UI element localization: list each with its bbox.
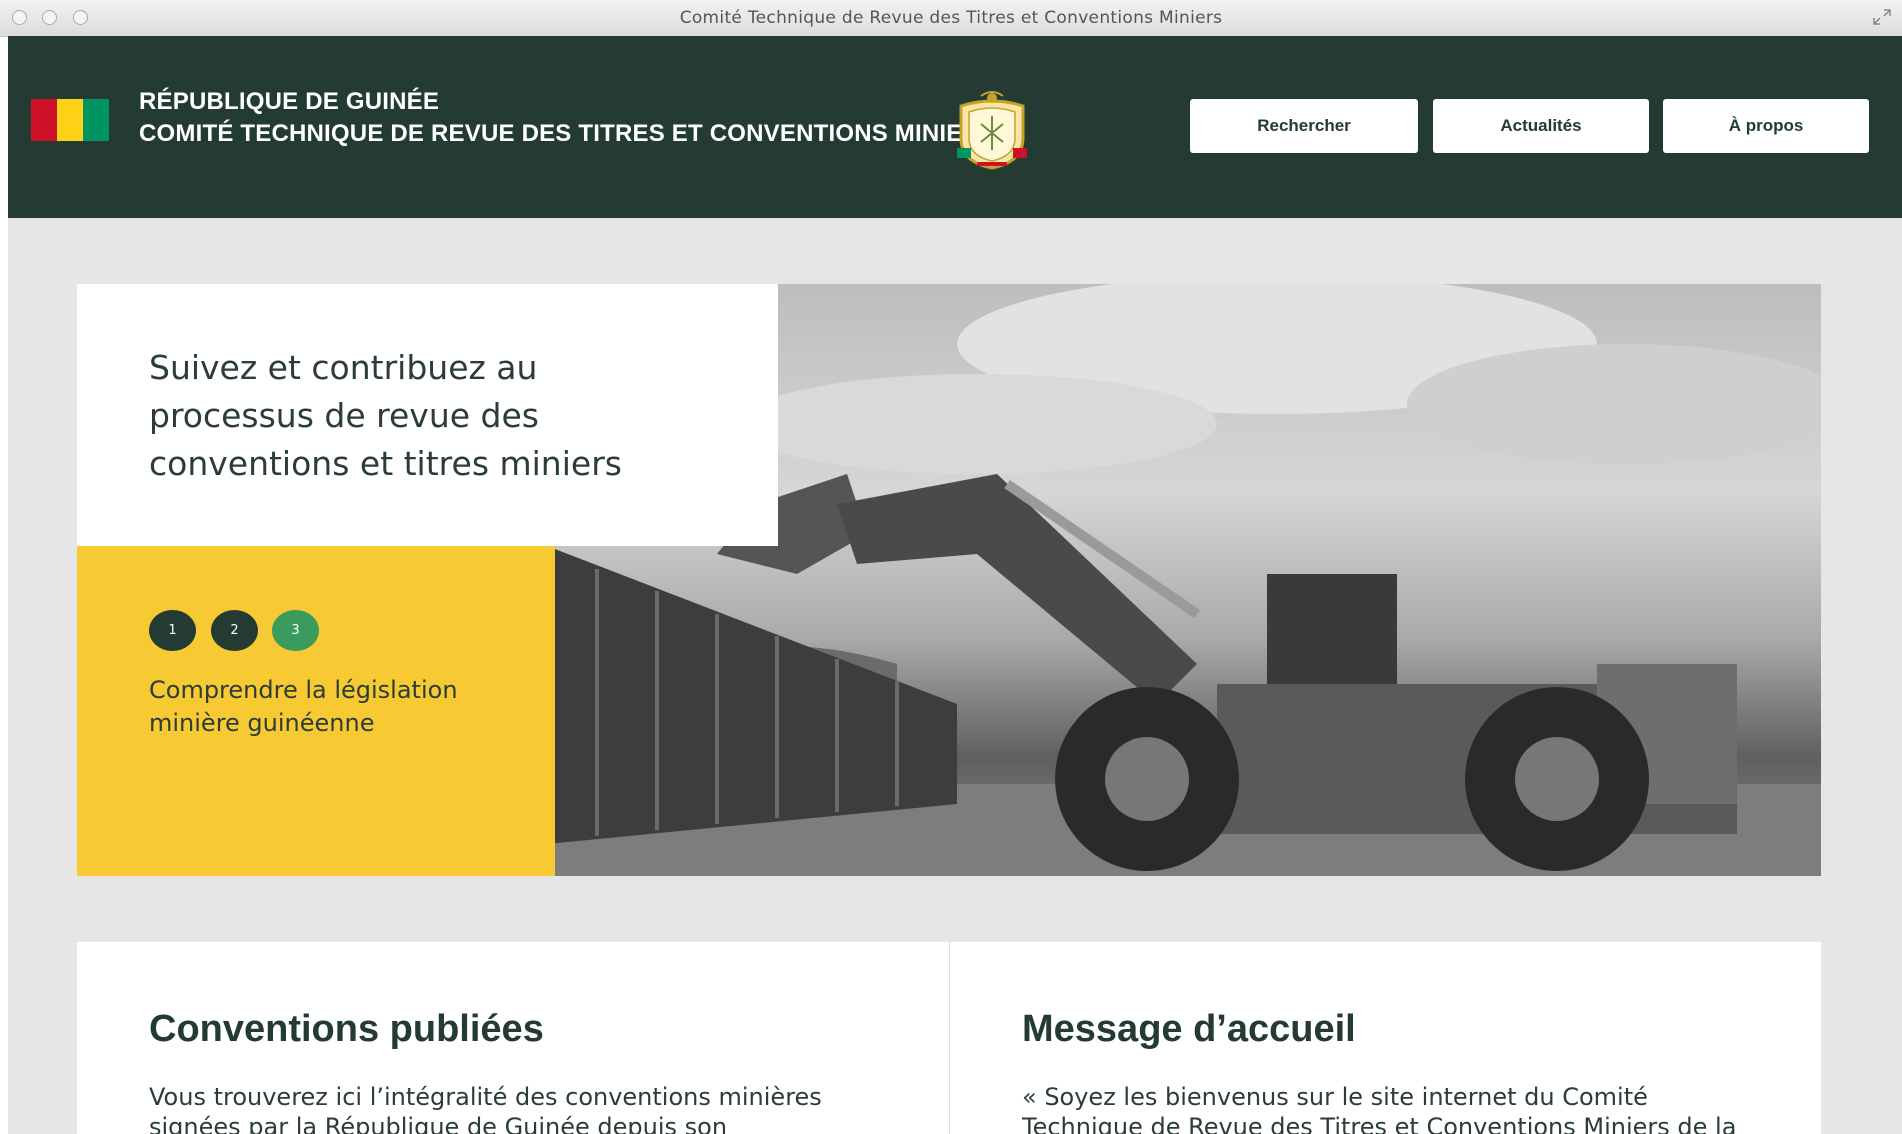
- fullscreen-icon[interactable]: [1872, 8, 1892, 26]
- flag-stripe-red: [31, 99, 57, 141]
- panel-divider: [949, 942, 950, 1134]
- content-panels: Conventions publiées Vous trouverez ici …: [77, 942, 1821, 1134]
- flag-stripe-yellow: [57, 99, 83, 141]
- coat-of-arms-icon: [957, 91, 1027, 170]
- committee-name[interactable]: COMITÉ TECHNIQUE DE REVUE DES TITRES ET …: [139, 120, 996, 148]
- guinea-flag-icon: [31, 99, 109, 141]
- country-name[interactable]: RÉPUBLIQUE DE GUINÉE: [139, 88, 439, 116]
- slide-caption-link[interactable]: Comprendre la législation minière guinée…: [149, 674, 479, 740]
- slide-dot-2[interactable]: 2: [211, 610, 258, 651]
- web-page: RÉPUBLIQUE DE GUINÉE COMITÉ TECHNIQUE DE…: [8, 36, 1902, 1134]
- conventions-text: Vous trouverez ici l’intégralité des con…: [149, 1083, 822, 1134]
- nav-rechercher-button[interactable]: Rechercher: [1190, 99, 1418, 153]
- welcome-message-title[interactable]: Message d’accueil: [1022, 1008, 1356, 1051]
- slider-panel: 1 2 3 Comprendre la législation minière …: [77, 546, 555, 876]
- front-wheel-hub: [1105, 737, 1189, 821]
- slide-dot-3-active[interactable]: 3: [272, 610, 319, 651]
- hero-headline-box: Suivez et contribuez au processus de rev…: [77, 284, 778, 546]
- hero-title: Suivez et contribuez au processus de rev…: [149, 348, 622, 483]
- slide-dot-1[interactable]: 1: [149, 610, 196, 651]
- conventions-title[interactable]: Conventions publiées: [149, 1008, 544, 1051]
- rear-wheel-hub: [1515, 737, 1599, 821]
- welcome-message-text: « Soyez les bienvenus sur le site intern…: [1022, 1083, 1737, 1134]
- flag-stripe-green: [83, 99, 109, 141]
- window-title: Comité Technique de Revue des Titres et …: [679, 8, 1223, 28]
- site-header: RÉPUBLIQUE DE GUINÉE COMITÉ TECHNIQUE DE…: [8, 36, 1902, 218]
- window-titlebar: Comité Technique de Revue des Titres et …: [0, 0, 1902, 37]
- nav-a-propos-button[interactable]: À propos: [1663, 99, 1869, 153]
- cloud-shape: [737, 374, 1217, 474]
- nav-actualites-button[interactable]: Actualités: [1433, 99, 1649, 153]
